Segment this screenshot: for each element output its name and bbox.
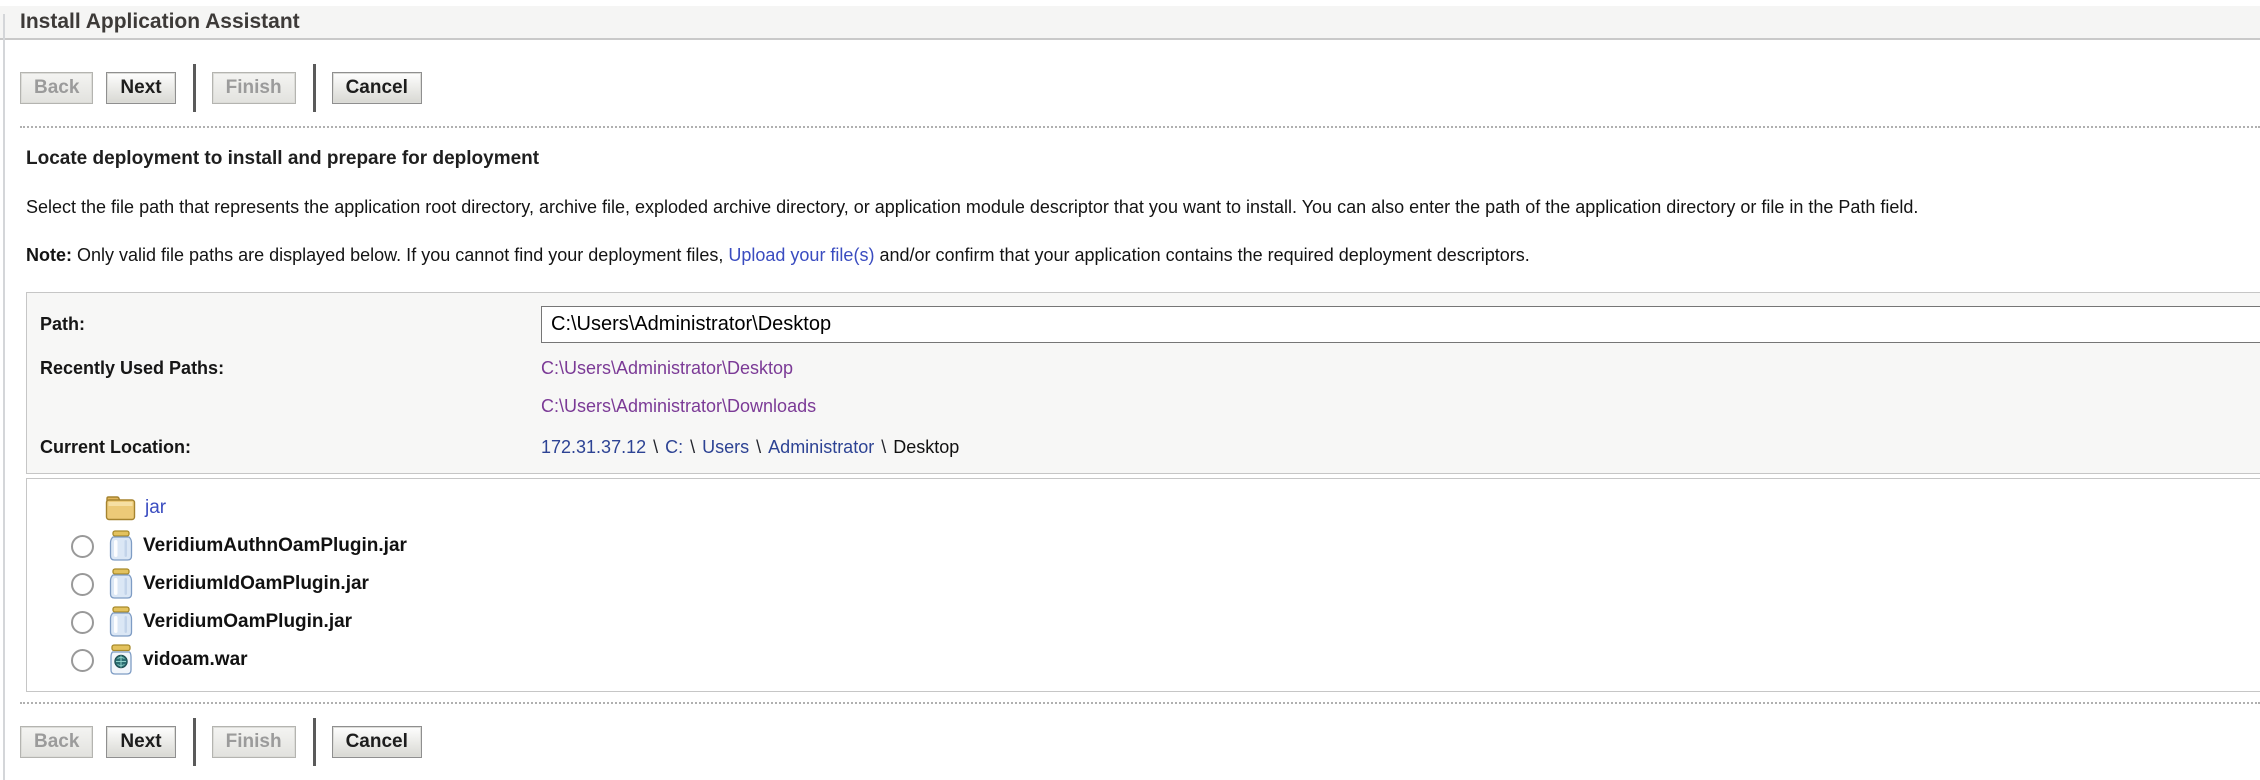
file-row: VeridiumOamPlugin.jar (27, 603, 2260, 641)
file-name: VeridiumAuthnOamPlugin.jar (143, 535, 407, 557)
file-row: vidoam.war (27, 641, 2260, 679)
file-name: VeridiumIdOamPlugin.jar (143, 573, 369, 595)
breadcrumb-link-host[interactable]: 172.31.37.12 (541, 437, 646, 457)
file-browser: jar VeridiumAuthnOamPlugin.jar VeridiumI… (26, 478, 2260, 692)
war-file-icon (108, 644, 134, 676)
note-text: Note: Only valid file paths are displaye… (26, 245, 2260, 266)
breadcrumb-link-drive[interactable]: C: (665, 437, 683, 457)
upload-files-link[interactable]: Upload your file(s) (728, 245, 874, 265)
radio-button[interactable] (71, 535, 94, 558)
note-before-link: Only valid file paths are displayed belo… (72, 245, 728, 265)
file-row: VeridiumIdOamPlugin.jar (27, 565, 2260, 603)
breadcrumb-separator: \ (756, 437, 761, 457)
dotted-divider (20, 702, 2260, 704)
next-button[interactable]: Next (106, 72, 175, 104)
folder-row: jar (27, 489, 2260, 527)
finish-button[interactable]: Finish (212, 72, 296, 104)
intro-text: Select the file path that represents the… (26, 197, 2260, 218)
cancel-button[interactable]: Cancel (332, 726, 422, 758)
breadcrumb-separator: \ (653, 437, 658, 457)
jar-file-icon (108, 530, 134, 562)
path-input[interactable] (541, 306, 2260, 343)
back-button[interactable]: Back (20, 726, 93, 758)
file-row: VeridiumAuthnOamPlugin.jar (27, 527, 2260, 565)
cancel-button[interactable]: Cancel (332, 72, 422, 104)
finish-button[interactable]: Finish (212, 726, 296, 758)
button-divider (193, 64, 196, 112)
deployment-form-box: Path: Recently Used Paths: C:\Users\Admi… (26, 292, 2260, 474)
wizard-buttons-top: Back Next Finish Cancel (20, 64, 2260, 112)
folder-icon (105, 494, 137, 522)
breadcrumb-separator: \ (881, 437, 886, 457)
current-location-label: Current Location: (27, 437, 541, 458)
recent-path-link[interactable]: C:\Users\Administrator\Downloads (541, 387, 816, 425)
page-left-border (3, 14, 5, 780)
breadcrumb-separator: \ (690, 437, 695, 457)
radio-button[interactable] (71, 611, 94, 634)
file-name: VeridiumOamPlugin.jar (143, 611, 352, 633)
note-label: Note: (26, 245, 72, 265)
button-divider (313, 718, 316, 766)
recently-used-paths-row: Recently Used Paths: C:\Users\Administra… (27, 349, 2260, 425)
radio-button[interactable] (71, 573, 94, 596)
breadcrumb-current: Desktop (893, 437, 959, 457)
jar-file-icon (108, 606, 134, 638)
button-divider (313, 64, 316, 112)
current-location-row: Current Location: 172.31.37.12 \ C: \ Users \… (27, 425, 2260, 469)
breadcrumb-link-administrator[interactable]: Administrator (768, 437, 874, 457)
jar-file-icon (108, 568, 134, 600)
recently-used-paths-label: Recently Used Paths: (27, 349, 541, 387)
wizard-buttons-bottom: Back Next Finish Cancel (20, 718, 2260, 766)
jar-folder-link[interactable]: jar (145, 497, 166, 519)
dotted-divider (20, 126, 2260, 128)
breadcrumb: 172.31.37.12 \ C: \ Users \ Administrator \ Desk… (541, 437, 959, 458)
file-name: vidoam.war (143, 649, 248, 671)
path-row: Path: (27, 299, 2260, 349)
note-after-link: and/or confirm that your application con… (874, 245, 1529, 265)
radio-button[interactable] (71, 649, 94, 672)
recent-path-link[interactable]: C:\Users\Administrator\Desktop (541, 349, 816, 387)
button-divider (193, 718, 196, 766)
back-button[interactable]: Back (20, 72, 93, 104)
breadcrumb-link-users[interactable]: Users (702, 437, 749, 457)
next-button[interactable]: Next (106, 726, 175, 758)
page-title: Install Application Assistant (0, 6, 2260, 40)
section-heading: Locate deployment to install and prepare… (26, 148, 2260, 170)
path-label: Path: (27, 314, 541, 335)
